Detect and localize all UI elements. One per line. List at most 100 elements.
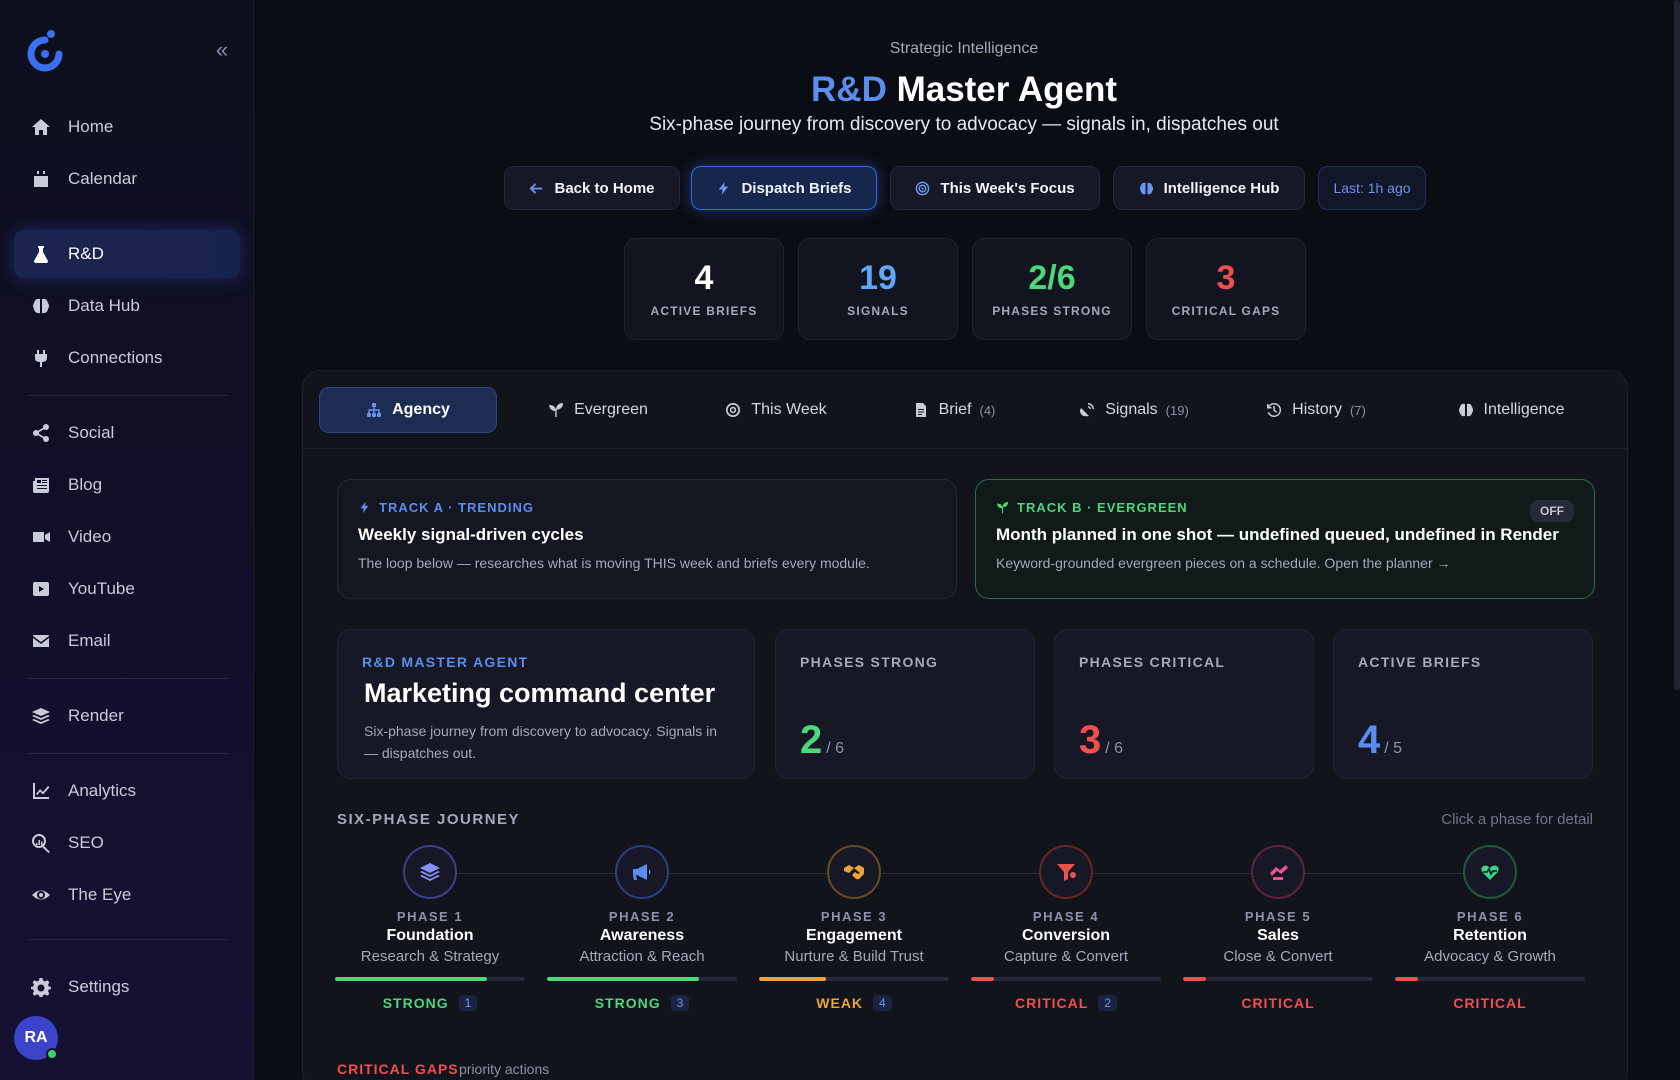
tab-brief[interactable]: Brief (4) bbox=[879, 387, 1029, 433]
phase-status: CRITICAL bbox=[1181, 995, 1375, 1011]
tab-bar: Agency Evergreen This Week Brief (4) Sig… bbox=[303, 371, 1629, 449]
metric-value-wrap: 4/ 5 bbox=[1358, 718, 1402, 763]
phase-number: PHASE 6 bbox=[1456, 909, 1524, 924]
track-a-kicker: TRACK A · TRENDING bbox=[358, 500, 936, 515]
page-title-rest: Master Agent bbox=[886, 70, 1117, 109]
phase-subtitle: Attraction & Reach bbox=[579, 948, 705, 965]
metric-value-wrap: 2/ 6 bbox=[800, 718, 844, 763]
tab-agency[interactable]: Agency bbox=[319, 387, 497, 433]
page-scrollbar[interactable] bbox=[1674, 0, 1680, 690]
sidebar-item-rnd[interactable]: R&D bbox=[14, 230, 240, 278]
sidebar-item-social[interactable]: Social bbox=[14, 409, 240, 457]
back-to-home-button[interactable]: Back to Home bbox=[504, 166, 680, 210]
phase-status-label: STRONG bbox=[382, 995, 449, 1011]
sidebar-item-label: YouTube bbox=[68, 579, 135, 598]
bolt-icon bbox=[716, 181, 731, 196]
phase-1[interactable]: PHASE 1 Foundation Research & Strategy STRO… bbox=[333, 845, 527, 1011]
intelligence-hub-label: Intelligence Hub bbox=[1163, 179, 1280, 197]
phase-4[interactable]: PHASE 4 Conversion Capture & Convert CRITIC… bbox=[969, 845, 1163, 1011]
file-icon bbox=[913, 402, 929, 418]
track-b-card[interactable]: TRACK B · EVERGREEN OFF Month planned in… bbox=[975, 479, 1595, 599]
track-b-toggle[interactable]: OFF bbox=[1530, 500, 1574, 522]
phase-name: Awareness bbox=[599, 927, 685, 944]
sidebar-item-email[interactable]: Email bbox=[14, 617, 240, 665]
intelligence-hub-button[interactable]: Intelligence Hub bbox=[1113, 166, 1305, 210]
sidebar-item-connections[interactable]: Connections bbox=[14, 334, 240, 382]
sidebar-item-label: Social bbox=[68, 423, 115, 442]
stat-critical-gaps: 3 CRITICAL GAPS bbox=[1146, 238, 1306, 340]
track-a-desc: The loop below — researches what is movi… bbox=[358, 555, 870, 571]
sitemap-icon bbox=[366, 402, 382, 418]
tab-evergreen[interactable]: Evergreen bbox=[523, 387, 673, 433]
tab-label: History bbox=[1292, 401, 1342, 418]
collapse-sidebar-icon[interactable]: « bbox=[210, 39, 234, 62]
phase-icon-ring bbox=[1251, 845, 1305, 899]
journey-hint: Click a phase for detail bbox=[1441, 811, 1593, 828]
agency-panel: Agency Evergreen This Week Brief (4) Sig… bbox=[302, 370, 1629, 1080]
sidebar-item-home[interactable]: Home bbox=[14, 103, 240, 151]
tab-label: Agency bbox=[392, 401, 450, 418]
sidebar-item-calendar[interactable]: Calendar bbox=[14, 155, 240, 203]
track-a-kicker-text: TRACK A · TRENDING bbox=[379, 500, 534, 515]
phase-6[interactable]: PHASE 6 Retention Advocacy & Growth CRITICA… bbox=[1393, 845, 1587, 1011]
phase-number: PHASE 1 bbox=[396, 909, 464, 924]
sidebar-item-seo[interactable]: SEO bbox=[14, 819, 240, 867]
brain-icon bbox=[1458, 402, 1474, 418]
metric-phases-critical: PHASES CRITICAL 3/ 6 bbox=[1054, 629, 1314, 779]
hero-desc: Six-phase journey from discovery to advo… bbox=[364, 723, 718, 761]
phase-progress-bar bbox=[1183, 977, 1373, 981]
sidebar-item-youtube[interactable]: YouTube bbox=[14, 565, 240, 613]
calendar-icon bbox=[30, 168, 52, 190]
tab-label: Evergreen bbox=[574, 401, 648, 418]
app-logo[interactable] bbox=[24, 28, 66, 74]
dispatch-briefs-button[interactable]: Dispatch Briefs bbox=[691, 166, 877, 210]
track-a-card[interactable]: TRACK A · TRENDING Weekly signal-driven … bbox=[337, 479, 957, 599]
sidebar-divider bbox=[28, 678, 228, 679]
tab-signals[interactable]: Signals (19) bbox=[1059, 387, 1209, 433]
phase-progress-fill bbox=[1183, 977, 1206, 981]
phase-name: Retention bbox=[1453, 927, 1527, 944]
phase-3[interactable]: PHASE 3 Engagement Nurture & Build Trust WE… bbox=[757, 845, 951, 1011]
phase-icon-ring bbox=[1463, 845, 1517, 899]
metric-value: 2 bbox=[800, 718, 823, 762]
sidebar-item-blog[interactable]: Blog bbox=[14, 461, 240, 509]
last-updated-badge: Last: 1h ago bbox=[1318, 166, 1426, 210]
bolt-icon bbox=[360, 501, 369, 514]
phase-progress-bar bbox=[547, 977, 737, 981]
phase-name: Foundation bbox=[386, 927, 474, 944]
tab-label: Signals bbox=[1105, 401, 1158, 418]
sidebar-item-analytics[interactable]: Analytics bbox=[14, 767, 240, 815]
funnel-icon bbox=[1057, 864, 1076, 881]
hero-card: R&D MASTER AGENT Marketing command cente… bbox=[337, 629, 755, 779]
phase-status: WEAK 4 bbox=[757, 995, 951, 1011]
track-b-planner-link[interactable]: Keyword-grounded evergreen pieces on a s… bbox=[996, 555, 1574, 571]
this-weeks-focus-button[interactable]: This Week's Focus bbox=[890, 166, 1100, 210]
dispatch-briefs-label: Dispatch Briefs bbox=[741, 179, 852, 197]
metric-value: 4 bbox=[1358, 718, 1381, 762]
sidebar-item-label: Blog bbox=[68, 475, 103, 494]
sidebar-item-settings[interactable]: Settings bbox=[14, 963, 240, 1011]
sidebar-item-render[interactable]: Render bbox=[14, 692, 240, 740]
phase-5[interactable]: PHASE 5 Sales Close & Convert CRITICAL bbox=[1181, 845, 1375, 1011]
chart-line-icon bbox=[30, 780, 52, 802]
phase-status-label: WEAK bbox=[816, 995, 864, 1011]
phase-status: STRONG 1 bbox=[333, 995, 527, 1011]
tab-count: (7) bbox=[1349, 402, 1366, 418]
deal-icon bbox=[1270, 865, 1288, 880]
tab-history[interactable]: History (7) bbox=[1241, 387, 1391, 433]
sidebar-item-video[interactable]: Video bbox=[14, 513, 240, 561]
sidebar-item-the-eye[interactable]: The Eye bbox=[14, 871, 240, 919]
gear-icon bbox=[30, 976, 52, 998]
page-title: R&D Master Agent bbox=[254, 70, 1674, 110]
phase-progress-bar bbox=[971, 977, 1161, 981]
sidebar-item-data-hub[interactable]: Data Hub bbox=[14, 282, 240, 330]
phase-progress-fill bbox=[1395, 977, 1418, 981]
phase-2[interactable]: PHASE 2 Awareness Attraction & Reach STRONG… bbox=[545, 845, 739, 1011]
tab-intelligence[interactable]: Intelligence bbox=[1421, 387, 1601, 433]
phase-status-label: STRONG bbox=[594, 995, 661, 1011]
phase-progress-fill bbox=[971, 977, 994, 981]
tab-this-week[interactable]: This Week bbox=[701, 387, 851, 433]
sidebar-item-label: SEO bbox=[68, 833, 104, 852]
stat-phases-strong: 2/6 PHASES STRONG bbox=[972, 238, 1132, 340]
sidebar-item-label: The Eye bbox=[68, 885, 132, 904]
